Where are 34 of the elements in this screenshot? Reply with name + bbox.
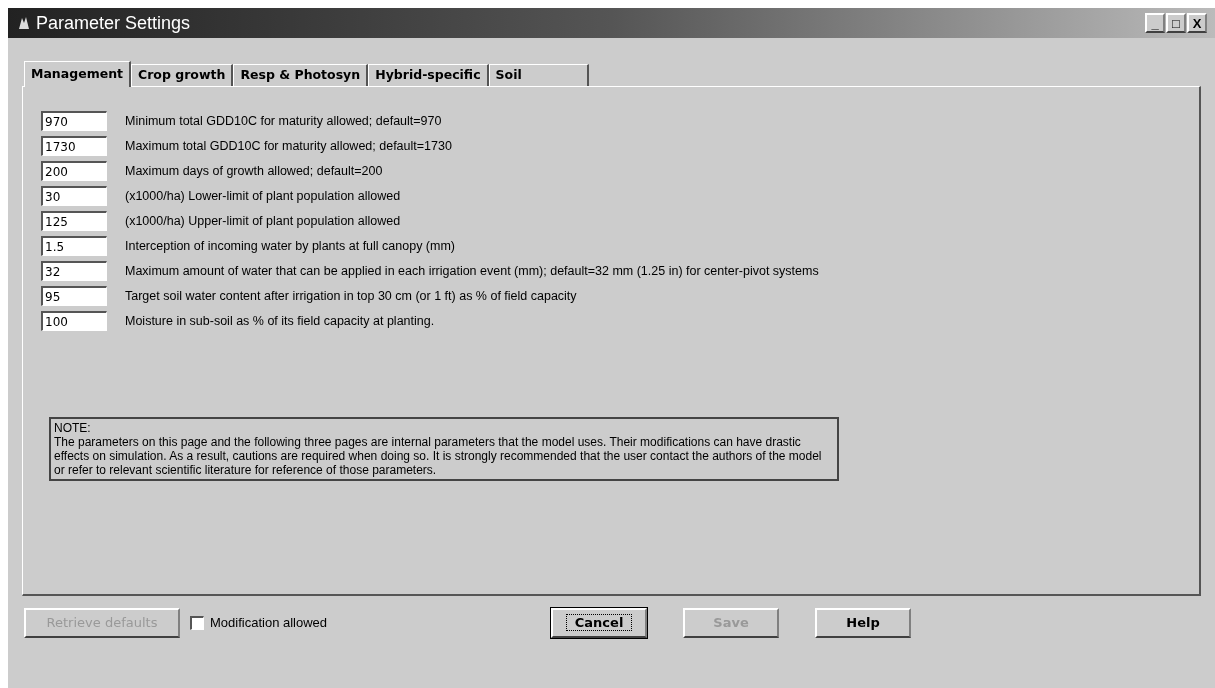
parameter-label: Target soil water content after irrigation in top 30 cm (or 1 ft) as % of field capacity <box>125 287 577 305</box>
window-title: Parameter Settings <box>36 11 192 35</box>
value-field[interactable]: 32 <box>41 261 107 281</box>
value-field[interactable]: 970 <box>41 111 107 131</box>
note-text: The parameters on this page and the following three pages are internal parameters that the model uses. Their modifications can have drastic effects on simulation. As a result, cautions are required when doing so. It is strongly recommended that the user contact the authors of the model or refer to relevant scientific literature for reference of those parameters. <box>54 435 823 477</box>
value-field[interactable]: 125 <box>41 211 107 231</box>
tab[interactable]: Crop growth <box>131 64 234 86</box>
tab[interactable]: Hybrid-specific <box>368 64 489 86</box>
value-field[interactable]: 30 <box>41 186 107 206</box>
close-button[interactable]: X <box>1187 13 1207 33</box>
parameter-label: (x1000/ha) Upper-limit of plant population allowed <box>125 212 401 230</box>
maximize-button[interactable]: □ <box>1166 13 1186 33</box>
parameter-label: Maximum total GDD10C for maturity allowed; default=1730 <box>125 137 452 155</box>
value-field[interactable]: 100 <box>41 311 107 331</box>
dialog-button[interactable]: Cancel <box>551 608 648 638</box>
value-field[interactable]: 1730 <box>41 136 107 156</box>
parameter-label: Maximum days of growth allowed; default=200 <box>125 162 383 180</box>
app-icon <box>16 15 32 31</box>
checkbox[interactable] <box>190 616 204 630</box>
parameter-label: Maximum amount of water that can be applied in each irrigation event (mm); default=32 mm (1.25 in) for center-pivot systems <box>125 262 819 280</box>
parameter-label: Minimum total GDD10C for maturity allowed; default=970 <box>125 112 442 130</box>
value-field[interactable]: 1.5 <box>41 236 107 256</box>
parameter-label: Moisture in sub-soil as % of its field capacity at planting. <box>125 312 435 330</box>
tab[interactable]: Resp & Photosyn <box>233 64 369 86</box>
tab[interactable]: Management <box>24 61 131 87</box>
tab[interactable]: Soil <box>488 64 589 86</box>
value-field[interactable]: 95 <box>41 286 107 306</box>
dialog-button[interactable]: Help <box>815 608 912 638</box>
checkbox-label: Modification allowed <box>210 614 328 633</box>
parameter-label: (x1000/ha) Lower-limit of plant population allowed <box>125 187 401 205</box>
parameter-label: Interception of incoming water by plants at full canopy (mm) <box>125 237 455 255</box>
note-title: NOTE: <box>54 421 92 435</box>
value-field[interactable]: 200 <box>41 161 107 181</box>
minimize-button[interactable]: _ <box>1145 13 1165 33</box>
